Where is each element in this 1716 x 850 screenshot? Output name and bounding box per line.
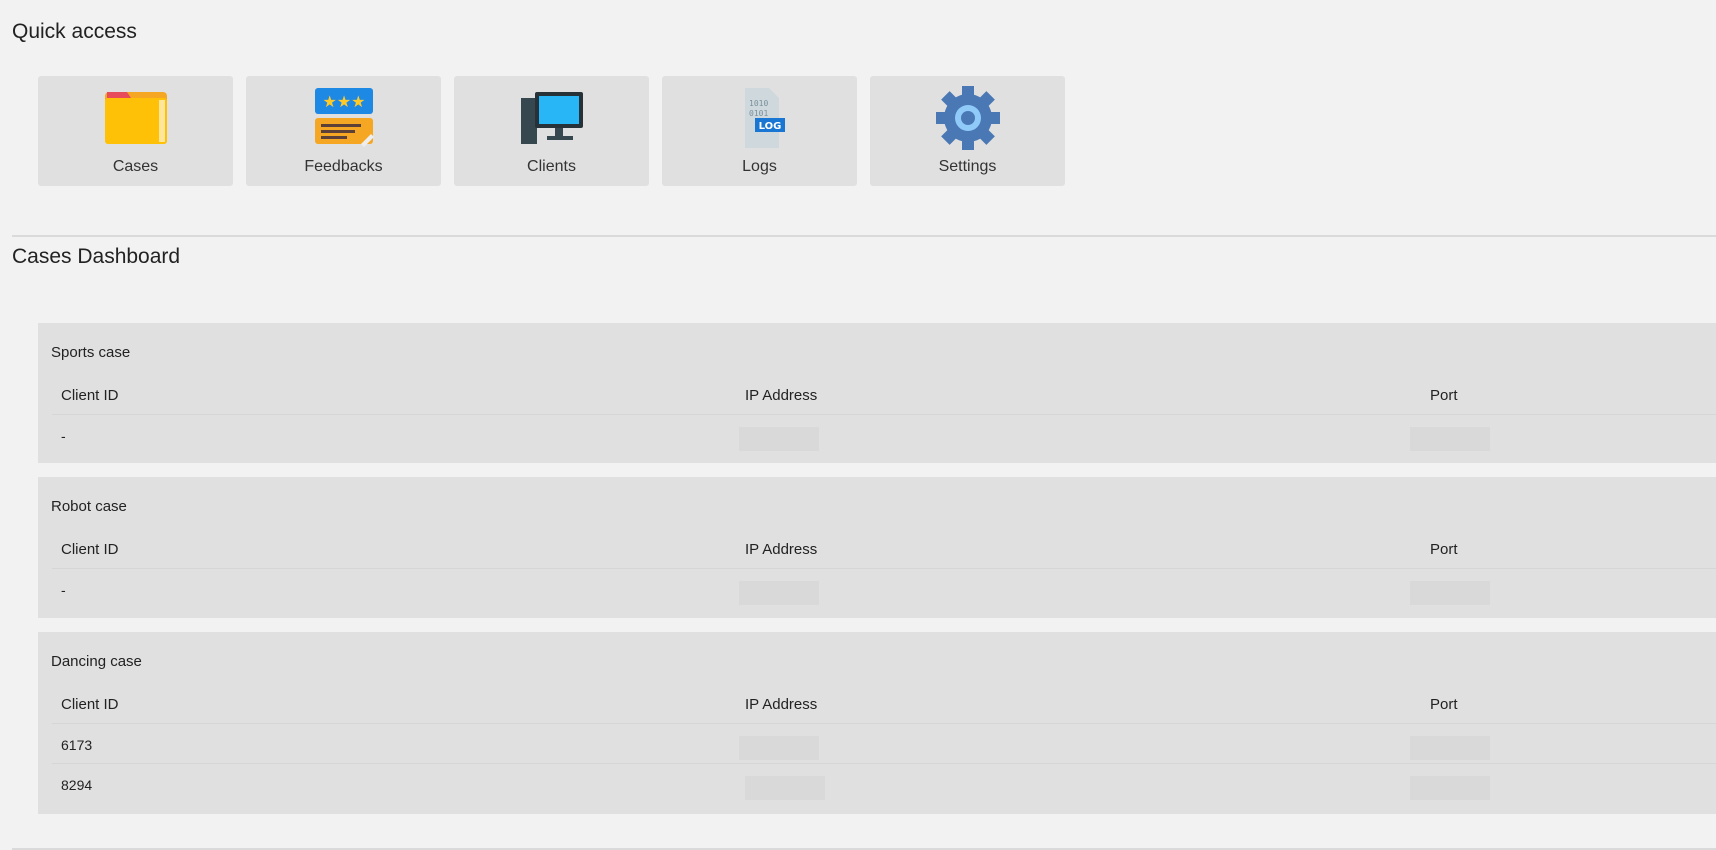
client-id-cell: 8294 xyxy=(61,777,93,793)
port-placeholder xyxy=(1410,776,1490,800)
case-card-dancing: Dancing case Client ID IP Address Port 6… xyxy=(38,632,1716,814)
port-placeholder xyxy=(1410,427,1490,451)
cases-tile[interactable]: Cases xyxy=(38,76,233,186)
case-title: Sports case xyxy=(51,344,131,361)
quick-access-title: Quick access xyxy=(12,20,137,43)
tile-label: Clients xyxy=(527,158,576,175)
row-divider xyxy=(52,568,1716,569)
clients-tile[interactable]: Clients xyxy=(454,76,649,186)
ip-address-placeholder xyxy=(739,736,819,760)
client-id-header: Client ID xyxy=(61,696,119,713)
client-id-header: Client ID xyxy=(61,387,119,404)
case-card-robot: Robot case Client ID IP Address Port - xyxy=(38,477,1716,618)
row-divider xyxy=(52,763,1716,764)
ip-address-header: IP Address xyxy=(745,387,818,404)
client-id-header: Client ID xyxy=(61,541,119,558)
feedback-icon: ★★★ xyxy=(314,88,374,147)
cases-dashboard-title: Cases Dashboard xyxy=(12,245,181,268)
port-placeholder xyxy=(1410,736,1490,760)
tile-label: Cases xyxy=(112,158,159,175)
ip-address-header: IP Address xyxy=(745,696,818,713)
ip-address-placeholder xyxy=(745,776,825,800)
case-title: Dancing case xyxy=(51,653,142,670)
svg-text:★★★: ★★★ xyxy=(322,92,365,111)
client-id-cell: - xyxy=(61,428,66,444)
svg-text:1010: 1010 xyxy=(749,99,768,108)
logs-tile[interactable]: 1010 0101 LOG Logs xyxy=(662,76,857,186)
tile-label: Logs xyxy=(742,158,777,175)
gear-icon xyxy=(935,86,1000,150)
row-divider xyxy=(52,414,1716,415)
svg-text:LOG: LOG xyxy=(758,121,781,132)
section-divider xyxy=(12,235,1716,237)
ip-address-header: IP Address xyxy=(745,541,818,558)
row-divider xyxy=(52,723,1716,724)
svg-text:0101: 0101 xyxy=(749,109,768,118)
ip-address-placeholder xyxy=(739,581,819,605)
settings-tile[interactable]: Settings xyxy=(870,76,1065,186)
feedbacks-tile[interactable]: ★★★ Feedbacks xyxy=(246,76,441,186)
client-id-cell: 6173 xyxy=(61,737,93,753)
quick-access-bar: Cases ★★★ Feedbacks Clients 1010 0101 LO… xyxy=(38,76,1065,186)
port-header: Port xyxy=(1430,387,1458,404)
ip-address-placeholder xyxy=(739,427,819,451)
port-header: Port xyxy=(1430,696,1458,713)
case-card-sports: Sports case Client ID IP Address Port - xyxy=(38,323,1716,463)
log-file-icon: 1010 0101 LOG xyxy=(744,88,785,148)
folder-icon xyxy=(104,92,167,144)
case-title: Robot case xyxy=(51,498,127,515)
port-header: Port xyxy=(1430,541,1458,558)
tile-label: Feedbacks xyxy=(304,158,383,175)
port-placeholder xyxy=(1410,581,1490,605)
tile-label: Settings xyxy=(938,158,997,175)
client-id-cell: - xyxy=(61,582,66,598)
computer-icon xyxy=(520,92,583,144)
